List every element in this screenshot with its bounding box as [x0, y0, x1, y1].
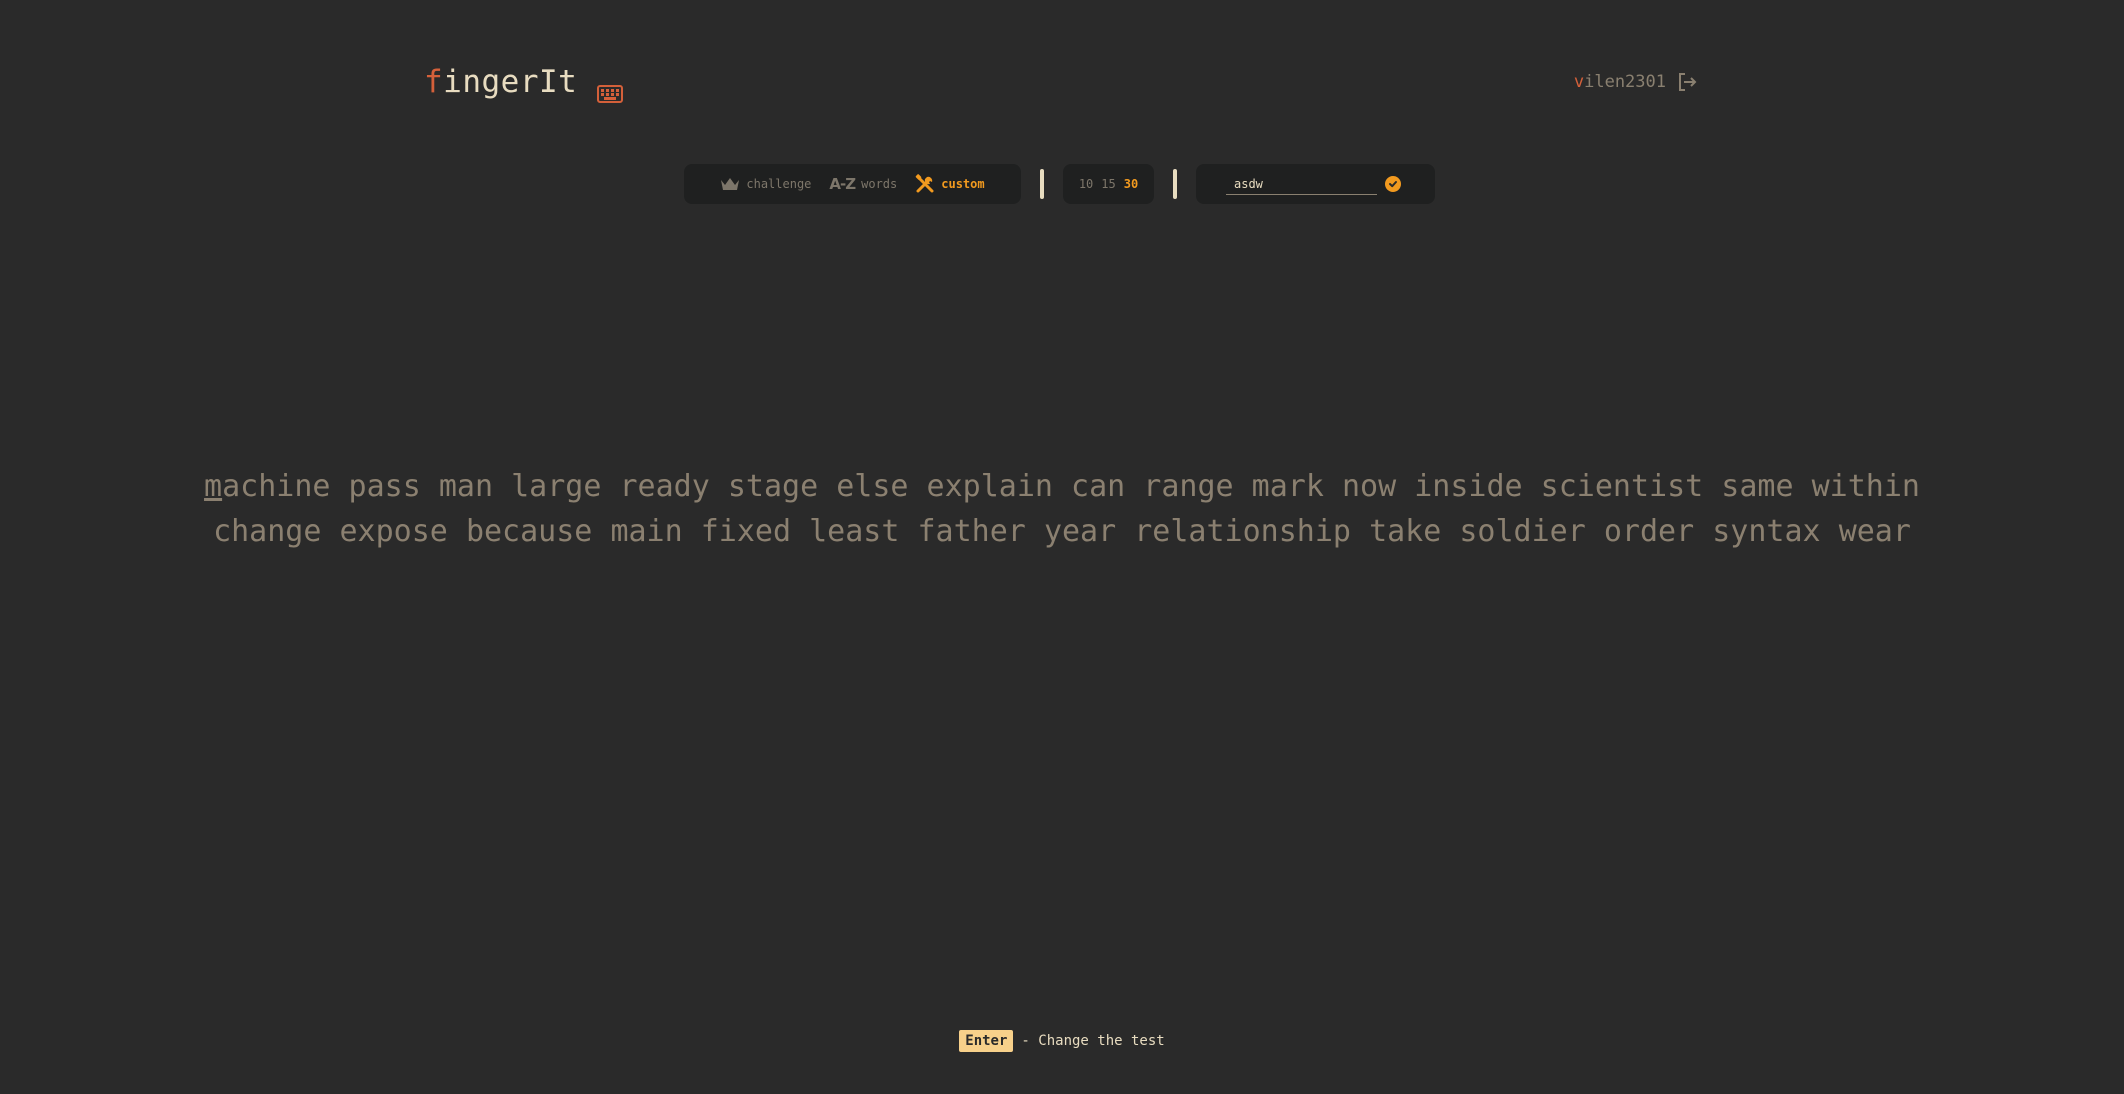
keyboard-hint: Enter - Change the test: [0, 1030, 2124, 1052]
test-word: relationship: [1134, 514, 1351, 549]
duration-30[interactable]: 30: [1124, 177, 1138, 191]
test-word: mark: [1251, 469, 1324, 504]
test-word: syntax: [1712, 514, 1821, 549]
tools-icon: [915, 174, 934, 193]
test-word: inside: [1414, 469, 1523, 504]
mode-custom-label: custom: [941, 177, 985, 191]
logout-icon[interactable]: [1676, 71, 1698, 93]
duration-selector: 10 15 30: [1063, 164, 1154, 204]
crown-icon: [721, 178, 740, 190]
test-word: order: [1603, 514, 1695, 549]
custom-text-panel: [1196, 164, 1435, 204]
test-word: main: [610, 514, 683, 549]
mode-challenge-label: challenge: [746, 177, 812, 191]
logo-text: ingerIt: [443, 64, 578, 100]
test-word: least: [809, 514, 900, 549]
keyboard-icon: [597, 73, 624, 103]
divider: [1040, 169, 1044, 199]
check-icon: [1389, 181, 1397, 188]
test-word: pass: [348, 469, 421, 504]
a-z-icon: A-Z: [829, 175, 856, 193]
typing-test-text[interactable]: machine pass man large ready stage else …: [200, 464, 1924, 554]
test-word: now: [1341, 469, 1397, 504]
current-char: m: [204, 469, 223, 504]
custom-letters-input[interactable]: [1226, 173, 1377, 195]
test-toolbar: challenge A-Z words custom 10 15 30: [684, 164, 1435, 204]
test-word: change: [213, 514, 322, 549]
mode-words[interactable]: A-Z words: [829, 175, 897, 193]
duration-15[interactable]: 15: [1101, 177, 1115, 191]
test-word: scientist: [1540, 469, 1704, 504]
test-word: soldier: [1459, 514, 1586, 549]
test-word: same: [1721, 469, 1794, 504]
mode-challenge[interactable]: challenge: [720, 176, 811, 192]
test-word: can: [1071, 469, 1126, 504]
test-word: explain: [926, 469, 1053, 504]
logo-accent-letter: f: [424, 64, 444, 100]
mode-custom[interactable]: custom: [915, 174, 985, 194]
test-word: else: [836, 469, 909, 504]
test-word: within: [1811, 469, 1920, 504]
mode-selector: challenge A-Z words custom: [684, 164, 1021, 204]
confirm-button[interactable]: [1385, 176, 1401, 192]
test-word: large: [511, 469, 602, 504]
enter-key-badge: Enter: [959, 1030, 1014, 1052]
current-word: machine: [204, 469, 331, 504]
test-word: take: [1369, 514, 1442, 549]
mode-words-label: words: [861, 177, 898, 191]
username-accent-letter: v: [1573, 72, 1585, 92]
duration-10[interactable]: 10: [1079, 177, 1093, 191]
hint-text: - Change the test: [1021, 1033, 1165, 1049]
test-word: range: [1143, 469, 1234, 504]
test-word: ready: [619, 469, 710, 504]
test-word: man: [438, 469, 494, 504]
test-word: year: [1043, 514, 1117, 549]
user-menu[interactable]: v ilen2301: [1574, 70, 1698, 94]
test-word: expose: [339, 514, 448, 549]
test-word: father: [917, 514, 1026, 549]
test-word: fixed: [700, 514, 792, 549]
test-word: because: [465, 514, 593, 549]
username: ilen2301: [1584, 72, 1666, 92]
test-word: stage: [727, 469, 819, 504]
test-word: wear: [1838, 514, 1911, 549]
app-logo[interactable]: f ingerIt: [424, 62, 624, 103]
divider: [1173, 169, 1177, 199]
